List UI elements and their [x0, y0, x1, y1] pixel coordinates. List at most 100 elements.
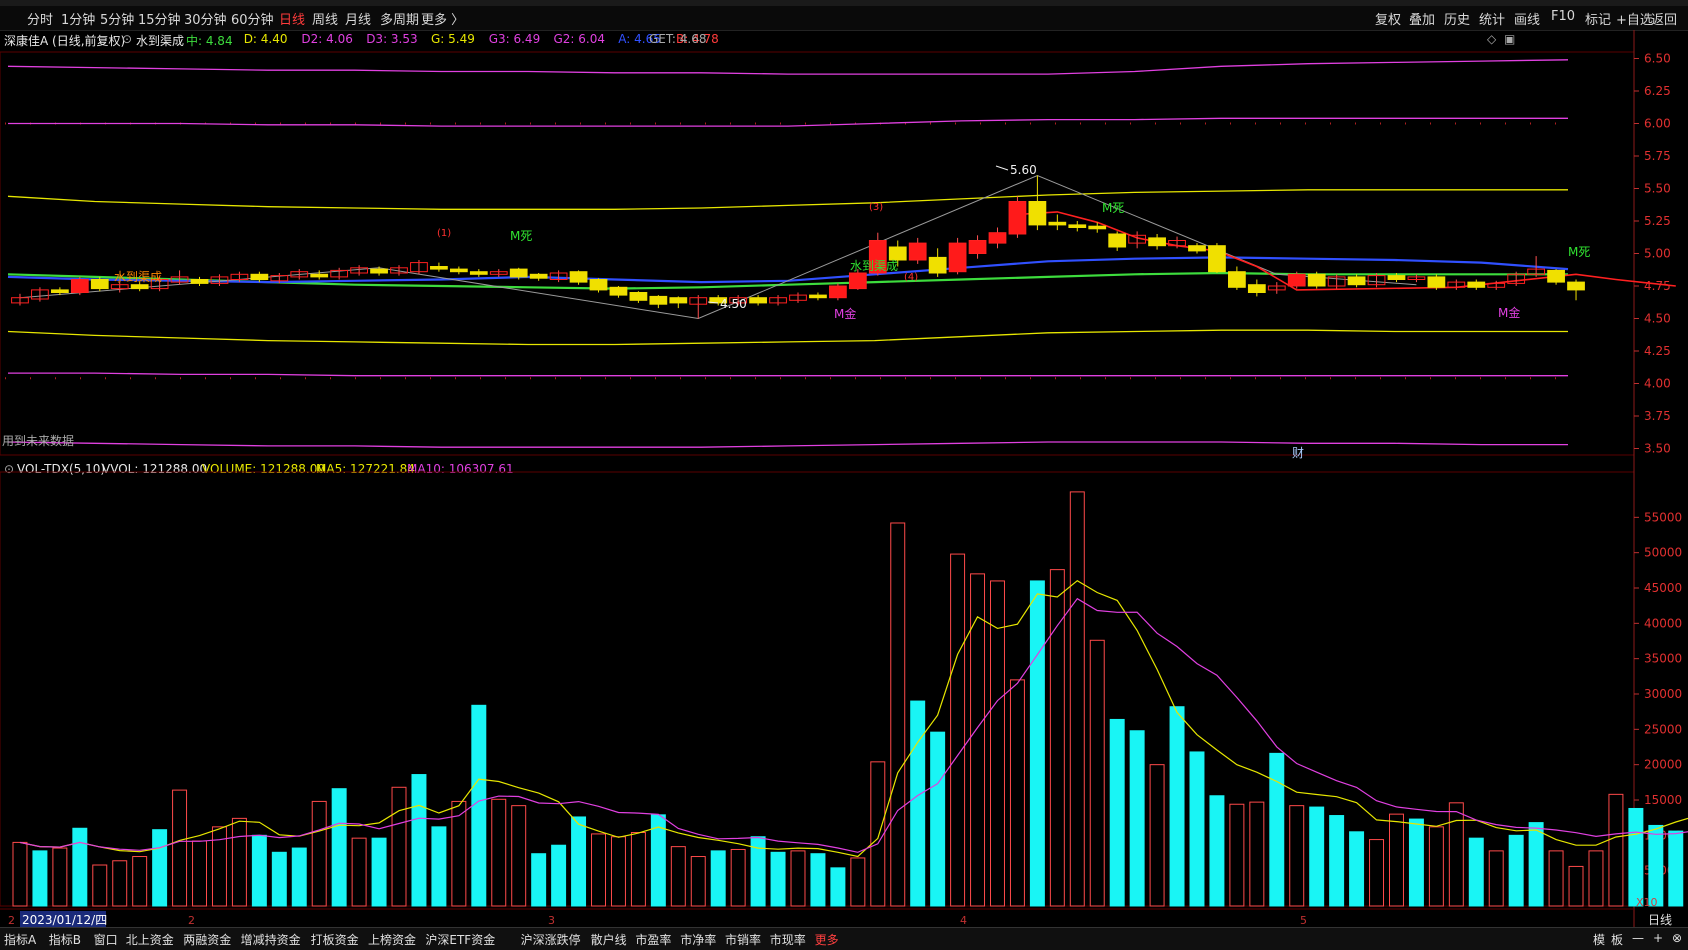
volume-bar[interactable]: [770, 851, 786, 907]
volume-bar[interactable]: [152, 829, 168, 907]
volume-bar[interactable]: [72, 827, 88, 907]
volume-bar[interactable]: [311, 800, 327, 907]
candle-body[interactable]: [250, 273, 269, 280]
volume-bar[interactable]: [491, 798, 507, 907]
volume-bar[interactable]: [730, 848, 746, 907]
volume-bar[interactable]: [1129, 730, 1145, 907]
candle-body[interactable]: [948, 242, 967, 273]
volume-bar[interactable]: [1049, 569, 1065, 907]
bottom-tab-3[interactable]: 北上资金: [126, 931, 174, 948]
volume-bar[interactable]: [192, 840, 208, 907]
bottom-tab-14[interactable]: 市现率: [770, 931, 806, 948]
candle-body[interactable]: [1068, 224, 1087, 228]
candle-body[interactable]: [449, 268, 468, 273]
volume-bar[interactable]: [251, 834, 267, 907]
volume-bar[interactable]: [1189, 751, 1205, 907]
candle-body[interactable]: [589, 279, 608, 291]
volume-bar[interactable]: [1488, 850, 1504, 907]
candle-body[interactable]: [1567, 281, 1585, 291]
candle-body[interactable]: [1387, 275, 1406, 281]
volume-bar[interactable]: [1169, 706, 1185, 907]
candle-body[interactable]: [1008, 201, 1027, 235]
bottom-tab-5[interactable]: 增减持资金: [241, 931, 301, 948]
volume-bar[interactable]: [1089, 639, 1105, 907]
candle-body[interactable]: [469, 271, 488, 275]
candle-body[interactable]: [749, 297, 767, 304]
candle-body[interactable]: [1547, 269, 1565, 283]
candle-body[interactable]: [1208, 245, 1226, 273]
volume-bar[interactable]: [371, 837, 387, 907]
candle-body[interactable]: [809, 294, 827, 299]
volume-bar[interactable]: [1269, 752, 1285, 907]
volume-bar[interactable]: [690, 856, 706, 907]
volume-bar[interactable]: [990, 580, 1005, 907]
candle-body[interactable]: [1467, 281, 1486, 288]
candle-body[interactable]: [1307, 273, 1326, 287]
candle-body[interactable]: [1028, 201, 1047, 226]
volume-bar[interactable]: [1289, 805, 1305, 907]
bottom-tab-10[interactable]: 散户线: [591, 931, 627, 948]
volume-bar[interactable]: [1388, 813, 1404, 907]
candle-body[interactable]: [609, 286, 628, 296]
volume-bar[interactable]: [970, 573, 986, 907]
volume-bar[interactable]: [710, 850, 726, 907]
volume-bar[interactable]: [571, 816, 587, 907]
bottom-tab-13[interactable]: 市销率: [725, 931, 761, 948]
volume-bar[interactable]: [1209, 795, 1225, 907]
candle-body[interactable]: [1287, 273, 1306, 287]
candle-body[interactable]: [430, 266, 448, 270]
bottom-tab-11[interactable]: 市盈率: [635, 931, 671, 948]
volume-bar[interactable]: [790, 850, 806, 907]
bottom-tab-2[interactable]: 窗口: [94, 931, 118, 948]
candle-body[interactable]: [310, 273, 329, 278]
volume-bar[interactable]: [1309, 806, 1325, 907]
bottom-control-2[interactable]: —: [1632, 931, 1644, 945]
volume-bar[interactable]: [1149, 764, 1165, 907]
bottom-tab-1[interactable]: 指标B: [49, 931, 81, 948]
volume-bar[interactable]: [291, 847, 307, 907]
volume-bar[interactable]: [910, 700, 926, 907]
volume-bar[interactable]: [950, 553, 966, 907]
candle-body[interactable]: [649, 295, 668, 305]
volume-bar[interactable]: [431, 826, 447, 907]
volume-bar[interactable]: [132, 856, 148, 907]
volume-bar[interactable]: [271, 851, 287, 907]
volume-bar[interactable]: [1588, 850, 1604, 907]
bottom-control-4[interactable]: ⊗: [1672, 931, 1682, 945]
bottom-tab-7[interactable]: 上榜资金: [368, 931, 416, 948]
candle-body[interactable]: [1188, 245, 1206, 252]
bottom-tab-9[interactable]: 沪深涨跌停: [521, 931, 581, 948]
volume-bar[interactable]: [531, 853, 547, 907]
volume-bar[interactable]: [1029, 580, 1045, 907]
volume-bar[interactable]: [551, 844, 567, 907]
volume-bar[interactable]: [391, 786, 407, 907]
volume-bar[interactable]: [930, 731, 946, 907]
volume-bar[interactable]: [331, 788, 347, 907]
volume-bar[interactable]: [1408, 818, 1424, 907]
candle-body[interactable]: [1228, 271, 1246, 288]
bottom-tab-8[interactable]: 沪深ETF资金: [425, 931, 495, 948]
bottom-tab-6[interactable]: 打板资金: [311, 931, 359, 948]
volume-bar[interactable]: [1628, 807, 1644, 907]
volume-bar[interactable]: [890, 522, 906, 907]
candle-body[interactable]: [90, 279, 109, 290]
volume-bar[interactable]: [351, 837, 367, 907]
candle-body[interactable]: [629, 292, 648, 301]
bottom-tab-4[interactable]: 两融资金: [183, 931, 231, 948]
volume-bar[interactable]: [630, 832, 646, 907]
volume-bar[interactable]: [1508, 834, 1524, 907]
candle-body[interactable]: [848, 272, 867, 290]
candle-body[interactable]: [928, 256, 947, 274]
candle-body[interactable]: [908, 242, 927, 261]
candle-body[interactable]: [50, 289, 69, 293]
volume-bar[interactable]: [1448, 802, 1464, 907]
volume-bar[interactable]: [670, 846, 686, 907]
candle-body[interactable]: [370, 268, 388, 274]
volume-bar[interactable]: [591, 833, 606, 907]
candle-body[interactable]: [829, 285, 847, 299]
bottom-control-1[interactable]: 板: [1611, 931, 1623, 948]
volume-bar[interactable]: [511, 805, 527, 907]
volume-bar[interactable]: [870, 761, 886, 907]
volume-bar[interactable]: [1428, 826, 1444, 907]
volume-bar[interactable]: [1249, 801, 1265, 907]
